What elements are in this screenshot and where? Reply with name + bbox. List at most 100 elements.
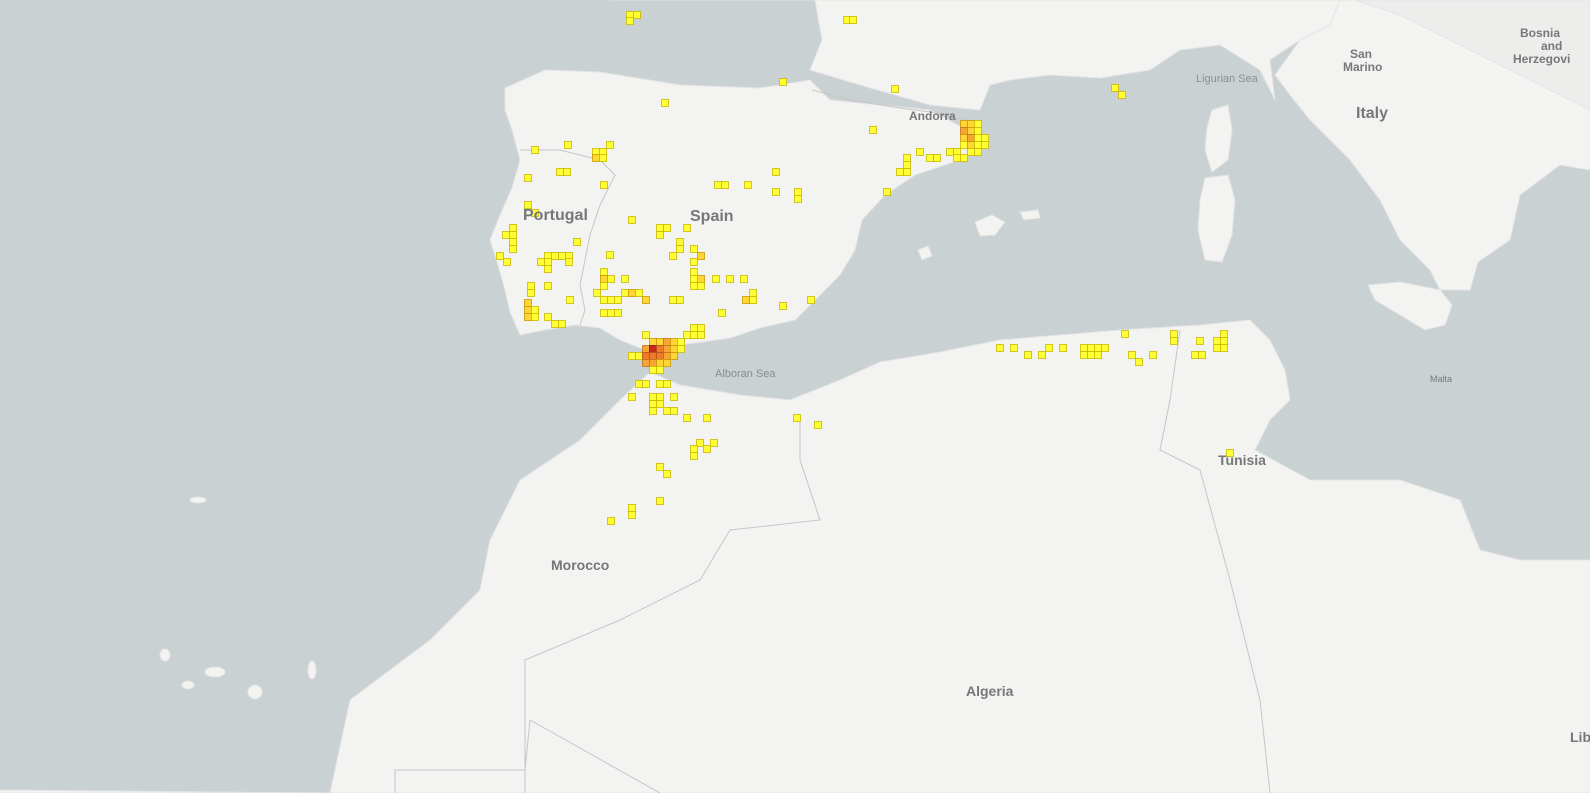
density-cell[interactable] <box>744 181 752 189</box>
density-cell[interactable] <box>1094 344 1102 352</box>
density-cell[interactable] <box>981 141 989 149</box>
density-cell[interactable] <box>967 120 975 128</box>
density-cell[interactable] <box>635 380 643 388</box>
density-cell[interactable] <box>524 174 532 182</box>
density-cell[interactable] <box>600 296 608 304</box>
density-cell[interactable] <box>496 252 504 260</box>
density-cell[interactable] <box>656 463 664 471</box>
density-cell[interactable] <box>544 265 552 273</box>
density-cell[interactable] <box>1087 351 1095 359</box>
density-cell[interactable] <box>600 275 608 283</box>
density-cell[interactable] <box>807 296 815 304</box>
density-cell[interactable] <box>656 352 664 360</box>
density-cell[interactable] <box>531 306 539 314</box>
density-cell[interactable] <box>1038 351 1046 359</box>
density-cell[interactable] <box>551 252 559 260</box>
density-cell[interactable] <box>1010 344 1018 352</box>
density-cell[interactable] <box>676 296 684 304</box>
density-cell[interactable] <box>503 258 511 266</box>
density-cell[interactable] <box>690 445 698 453</box>
density-cell[interactable] <box>974 148 982 156</box>
density-cell[interactable] <box>697 252 705 260</box>
density-cell[interactable] <box>635 352 643 360</box>
density-cell[interactable] <box>1128 351 1136 359</box>
density-cell[interactable] <box>606 141 614 149</box>
density-cell[interactable] <box>926 154 934 162</box>
density-cell[interactable] <box>1213 344 1221 352</box>
density-cell[interactable] <box>607 309 615 317</box>
density-cell[interactable] <box>740 275 748 283</box>
density-cell[interactable] <box>621 275 629 283</box>
density-cell[interactable] <box>663 359 671 367</box>
density-cell[interactable] <box>633 11 641 19</box>
density-cell[interactable] <box>509 238 517 246</box>
density-cell[interactable] <box>683 224 691 232</box>
density-cell[interactable] <box>649 359 657 367</box>
density-cell[interactable] <box>656 380 664 388</box>
density-cell[interactable] <box>1198 351 1206 359</box>
density-cell[interactable] <box>621 289 629 297</box>
density-cell[interactable] <box>772 188 780 196</box>
density-cell[interactable] <box>960 141 968 149</box>
density-cell[interactable] <box>714 181 722 189</box>
density-cell[interactable] <box>628 352 636 360</box>
density-cell[interactable] <box>749 296 757 304</box>
density-cell[interactable] <box>635 289 643 297</box>
density-cell[interactable] <box>690 452 698 460</box>
density-cell[interactable] <box>794 195 802 203</box>
density-cell[interactable] <box>710 439 718 447</box>
density-cell[interactable] <box>1118 91 1126 99</box>
density-cell[interactable] <box>869 126 877 134</box>
density-cell[interactable] <box>628 504 636 512</box>
density-cell[interactable] <box>697 282 705 290</box>
density-cell[interactable] <box>642 331 650 339</box>
density-cell[interactable] <box>649 393 657 401</box>
density-cell[interactable] <box>1170 337 1178 345</box>
density-cell[interactable] <box>967 148 975 156</box>
density-cell[interactable] <box>1135 358 1143 366</box>
density-cell[interactable] <box>649 366 657 374</box>
density-cell[interactable] <box>960 120 968 128</box>
density-cell[interactable] <box>676 245 684 253</box>
density-cell[interactable] <box>1045 344 1053 352</box>
density-cell[interactable] <box>974 120 982 128</box>
density-cell[interactable] <box>916 148 924 156</box>
density-cell[interactable] <box>703 445 711 453</box>
density-cell[interactable] <box>628 393 636 401</box>
density-cell[interactable] <box>614 309 622 317</box>
density-cell[interactable] <box>1080 351 1088 359</box>
density-cell[interactable] <box>683 414 691 422</box>
density-cell[interactable] <box>527 289 535 297</box>
density-cell[interactable] <box>656 400 664 408</box>
density-cell[interactable] <box>690 331 698 339</box>
density-cell[interactable] <box>566 296 574 304</box>
density-cell[interactable] <box>690 275 698 283</box>
density-cell[interactable] <box>649 400 657 408</box>
density-cell[interactable] <box>1094 351 1102 359</box>
density-cell[interactable] <box>656 231 664 239</box>
density-cell[interactable] <box>649 407 657 415</box>
density-cell[interactable] <box>1111 84 1119 92</box>
density-cell[interactable] <box>669 252 677 260</box>
density-cell[interactable] <box>712 275 720 283</box>
density-cell[interactable] <box>1149 351 1157 359</box>
density-cell[interactable] <box>607 517 615 525</box>
density-cell[interactable] <box>649 338 657 346</box>
density-cell[interactable] <box>663 338 671 346</box>
density-cell[interactable] <box>628 289 636 297</box>
density-cell[interactable] <box>600 268 608 276</box>
density-cell[interactable] <box>656 497 664 505</box>
density-cell[interactable] <box>628 511 636 519</box>
density-cell[interactable] <box>642 345 650 353</box>
density-cell[interactable] <box>531 313 539 321</box>
density-cell[interactable] <box>903 168 911 176</box>
density-cell[interactable] <box>509 245 517 253</box>
density-cell[interactable] <box>663 345 671 353</box>
density-cell[interactable] <box>967 134 975 142</box>
density-cell[interactable] <box>663 224 671 232</box>
density-cell[interactable] <box>670 345 678 353</box>
density-cell[interactable] <box>502 231 510 239</box>
density-cell[interactable] <box>663 352 671 360</box>
density-cell[interactable] <box>600 282 608 290</box>
density-cell[interactable] <box>537 258 545 266</box>
